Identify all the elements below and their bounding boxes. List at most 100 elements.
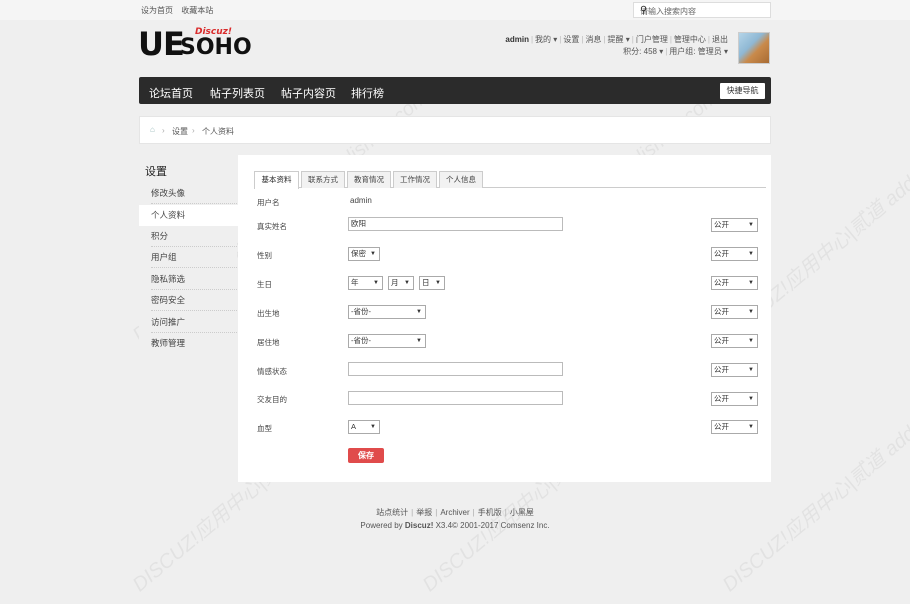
- username-value: admin: [350, 196, 372, 205]
- province-value: -省份-: [351, 307, 371, 316]
- chevron-down-icon: ▼: [748, 280, 754, 286]
- sidebar-item-profile[interactable]: 个人资料: [139, 205, 238, 226]
- day-value: 日: [422, 278, 430, 287]
- avatar[interactable]: [738, 32, 770, 64]
- realname-input[interactable]: 欧阳: [348, 217, 563, 231]
- chevron-down-icon: ▼: [748, 338, 754, 344]
- sidebar-item-password[interactable]: 密码安全: [151, 290, 237, 311]
- usergroup-link[interactable]: 用户组: 管理员: [669, 47, 721, 56]
- settings-link[interactable]: 设置: [563, 35, 579, 44]
- birthplace-label: 出生地: [257, 309, 280, 318]
- chevron-down-icon: ▼: [748, 222, 754, 228]
- quick-nav-button[interactable]: 快捷导航: [720, 83, 765, 99]
- set-home-link[interactable]: 设为首页: [141, 6, 173, 15]
- chevron-down-icon: ▼: [748, 367, 754, 373]
- site-logo[interactable]: UE SOHO Discuz!: [138, 25, 252, 63]
- sidebar-item-promotion[interactable]: 访问推广: [151, 312, 237, 333]
- chevron-down-icon: ▼: [748, 396, 754, 402]
- sidebar: 设置 修改头像 个人资料 积分 用户组 隐私筛选 密码安全 访问推广 教师管理: [139, 155, 238, 482]
- footer-link-report[interactable]: 举报: [416, 508, 432, 517]
- privacy-value: 公开: [714, 278, 729, 287]
- footer-link-archiver[interactable]: Archiver: [440, 508, 469, 517]
- realname-privacy-select[interactable]: 公开 ▼: [711, 218, 758, 232]
- privacy-value: 公开: [714, 365, 729, 374]
- logout-link[interactable]: 退出: [712, 35, 728, 44]
- footer-link-stats[interactable]: 站点统计: [376, 508, 408, 517]
- notify-link[interactable]: 提醒: [608, 35, 624, 44]
- privacy-value: 公开: [714, 336, 729, 345]
- birth-year-select[interactable]: 年 ▼: [348, 276, 383, 290]
- username-link[interactable]: admin: [505, 35, 529, 44]
- footer-link-blackroom[interactable]: 小黑屋: [510, 508, 534, 517]
- logo-sub: SOHO: [180, 35, 252, 60]
- birthplace-privacy-select[interactable]: 公开 ▼: [711, 305, 758, 319]
- bookmark-link[interactable]: 收藏本站: [181, 6, 213, 15]
- powered-suffix: X3.4© 2001-2017 Comsenz Inc.: [435, 521, 550, 530]
- residence-label: 居住地: [257, 338, 280, 347]
- profile-panel: 基本资料 联系方式 教育情况 工作情况 个人信息 用户名 admin 真实姓名 …: [238, 155, 771, 482]
- breadcrumb: ⌂ › 设置 › 个人资料: [139, 116, 771, 144]
- nav-thread-content[interactable]: 帖子内容页: [281, 85, 336, 101]
- nav-ranking[interactable]: 排行榜: [351, 85, 384, 101]
- residence-province-select[interactable]: -省份- ▼: [348, 334, 426, 348]
- portal-admin-link[interactable]: 门户管理: [636, 35, 668, 44]
- purpose-privacy-select[interactable]: 公开 ▼: [711, 392, 758, 406]
- sidebar-item-privacy[interactable]: 隐私筛选: [151, 269, 237, 290]
- privacy-value: 公开: [714, 220, 729, 229]
- chevron-down-icon: ▼: [416, 338, 422, 344]
- chevron-down-icon: ▼: [404, 280, 410, 286]
- privacy-value: 公开: [714, 394, 729, 403]
- search-input[interactable]: 请输入搜索内容 ⚲: [633, 2, 771, 18]
- blood-select[interactable]: A ▼: [348, 420, 380, 434]
- tab-work[interactable]: 工作情况: [393, 171, 437, 188]
- home-icon[interactable]: ⌂: [150, 125, 155, 134]
- sidebar-item-usergroup[interactable]: 用户组: [151, 247, 237, 268]
- footer-link-mobile[interactable]: 手机版: [478, 508, 502, 517]
- relationship-input[interactable]: [348, 362, 563, 376]
- breadcrumb-sep: ›: [192, 126, 195, 135]
- tab-personal[interactable]: 个人信息: [439, 171, 483, 188]
- points-link[interactable]: 积分: 458: [623, 47, 657, 56]
- residence-privacy-select[interactable]: 公开 ▼: [711, 334, 758, 348]
- gender-label: 性别: [257, 251, 272, 260]
- my-link[interactable]: 我的: [535, 35, 551, 44]
- birthplace-province-select[interactable]: -省份- ▼: [348, 305, 426, 319]
- messages-link[interactable]: 消息: [585, 35, 601, 44]
- blood-privacy-select[interactable]: 公开 ▼: [711, 420, 758, 434]
- nav-forum-home[interactable]: 论坛首页: [149, 85, 193, 101]
- birth-month-select[interactable]: 月 ▼: [388, 276, 414, 290]
- nav-thread-list[interactable]: 帖子列表页: [210, 85, 265, 101]
- realname-label: 真实姓名: [257, 222, 287, 231]
- tab-basic[interactable]: 基本资料: [254, 171, 299, 189]
- gender-select[interactable]: 保密 ▼: [348, 247, 380, 261]
- sidebar-item-avatar[interactable]: 修改头像: [151, 183, 237, 204]
- sidebar-item-teacher[interactable]: 教师管理: [151, 333, 237, 354]
- sidebar-item-credits[interactable]: 积分: [151, 226, 237, 247]
- powered-brand[interactable]: Discuz!: [405, 521, 433, 530]
- tab-education[interactable]: 教育情况: [347, 171, 391, 188]
- chevron-down-icon: ▼: [370, 251, 376, 257]
- month-value: 月: [391, 278, 399, 287]
- save-button[interactable]: 保存: [348, 448, 384, 463]
- admin-center-link[interactable]: 管理中心: [674, 35, 706, 44]
- blood-value: A: [351, 422, 357, 431]
- birth-day-select[interactable]: 日 ▼: [419, 276, 445, 290]
- logo-main: UE: [138, 25, 185, 63]
- relationship-label: 情感状态: [257, 367, 287, 376]
- search-icon[interactable]: ⚲: [640, 5, 766, 16]
- chevron-down-icon: ▼: [435, 280, 441, 286]
- sidebar-title: 设置: [145, 166, 167, 178]
- breadcrumb-settings[interactable]: 设置: [172, 126, 188, 137]
- purpose-input[interactable]: [348, 391, 563, 405]
- powered-prefix: Powered by: [360, 521, 403, 530]
- relationship-privacy-select[interactable]: 公开 ▼: [711, 363, 758, 377]
- gender-privacy-select[interactable]: 公开 ▼: [711, 247, 758, 261]
- province-value: -省份-: [351, 336, 371, 345]
- breadcrumb-page: 个人资料: [202, 127, 234, 136]
- birthday-label: 生日: [257, 280, 272, 289]
- birthday-privacy-select[interactable]: 公开 ▼: [711, 276, 758, 290]
- purpose-label: 交友目的: [257, 395, 287, 404]
- top-links: 设为首页 收藏本站: [141, 5, 219, 16]
- chevron-down-icon: ▼: [416, 309, 422, 315]
- tab-contact[interactable]: 联系方式: [301, 171, 345, 188]
